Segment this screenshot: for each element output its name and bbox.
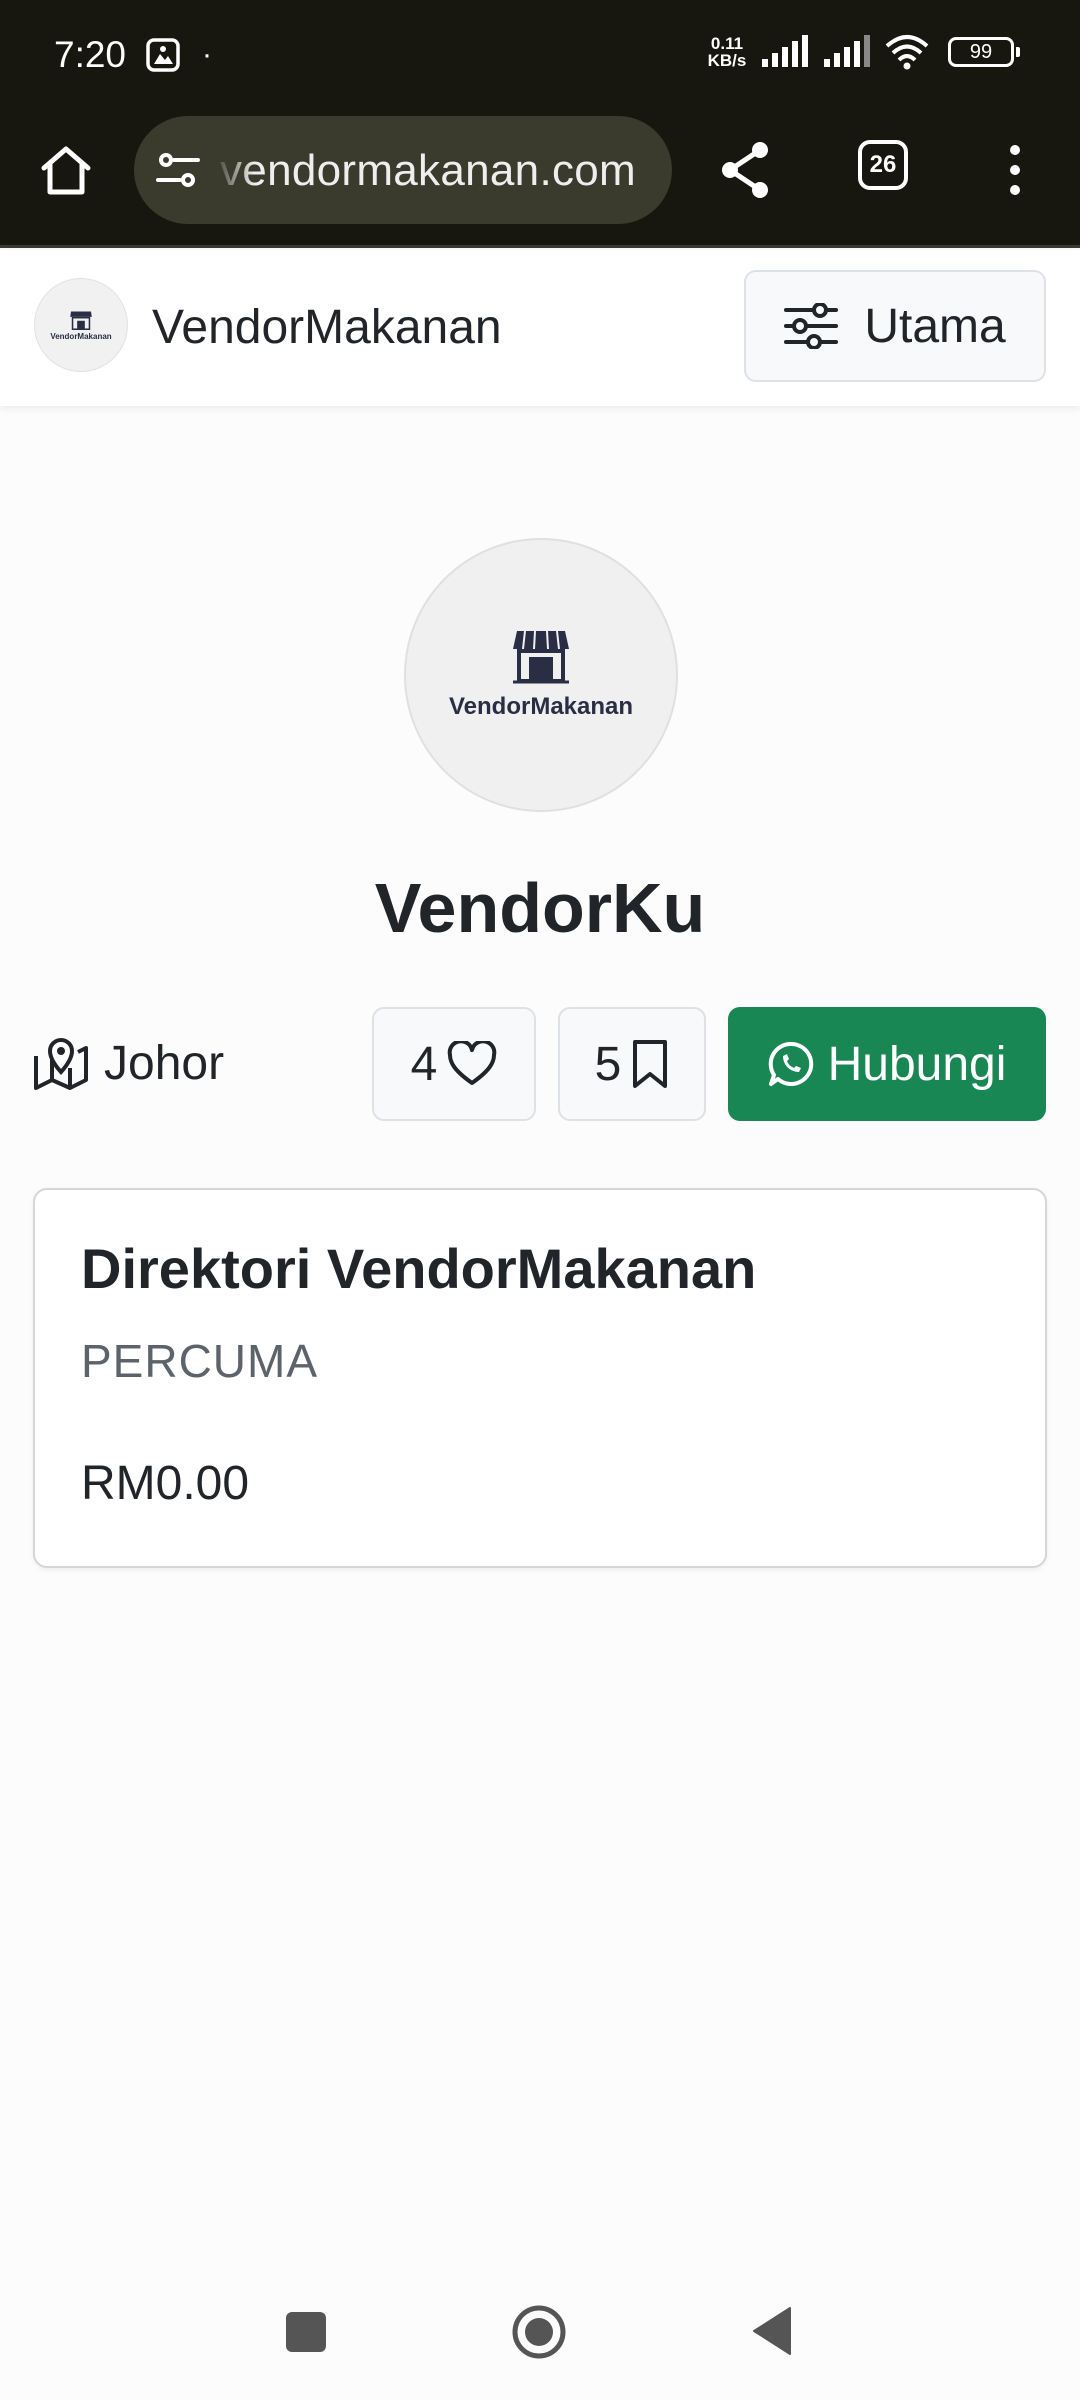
sliders-icon xyxy=(784,303,839,349)
home-icon[interactable] xyxy=(36,140,96,200)
card-price: RM0.00 xyxy=(81,1457,250,1510)
card-title: Direktori VendorMakanan xyxy=(81,1237,757,1300)
site-header: VendorMakanan VendorMakanan Utama xyxy=(0,250,1080,406)
bookmark-icon xyxy=(633,1040,668,1088)
like-button[interactable]: 4 xyxy=(372,1007,536,1121)
status-bar: 7:20 · 0.11 KB/s 99 xyxy=(0,0,1080,116)
main-menu-label: Utama xyxy=(864,299,1006,353)
url-text: vendormakanan.com xyxy=(220,146,636,195)
main-menu-button[interactable]: Utama xyxy=(744,270,1046,382)
directory-card[interactable]: Direktori VendorMakanan PERCUMA RM0.00 xyxy=(33,1188,1047,1568)
vendor-location: Johor xyxy=(32,1036,224,1091)
brand-logo[interactable]: VendorMakanan xyxy=(34,278,128,372)
signal-icon-2 xyxy=(824,35,870,67)
bookmark-button[interactable]: 5 xyxy=(558,1007,706,1121)
status-left-icons: · xyxy=(146,38,212,72)
net-speed-unit: KB/s xyxy=(707,51,747,70)
more-options-icon[interactable] xyxy=(1000,140,1030,200)
whatsapp-icon xyxy=(768,1041,813,1086)
battery-indicator: 99 xyxy=(948,37,1020,67)
site-settings-icon[interactable] xyxy=(154,146,202,194)
location-label: Johor xyxy=(104,1037,225,1090)
address-bar[interactable]: vendormakanan.com xyxy=(134,116,672,224)
store-icon xyxy=(513,630,569,684)
back-button[interactable] xyxy=(752,2306,792,2356)
share-icon[interactable] xyxy=(716,138,776,202)
system-nav-bar xyxy=(0,2268,1080,2400)
heart-icon xyxy=(448,1041,497,1085)
contact-button[interactable]: Hubungi xyxy=(728,1007,1046,1121)
recents-button[interactable] xyxy=(286,2312,326,2352)
net-speed-value: 0.11 xyxy=(710,34,744,53)
card-subtitle: PERCUMA xyxy=(81,1335,319,1387)
like-count: 4 xyxy=(410,1037,438,1091)
browser-toolbar: vendormakanan.com 26 xyxy=(0,116,1080,248)
store-icon xyxy=(70,311,92,330)
status-right: 0.11 KB/s 99 xyxy=(706,34,1020,70)
signal-icon xyxy=(762,35,808,67)
brand-logo-text: VendorMakanan xyxy=(50,331,112,341)
home-button[interactable] xyxy=(511,2304,567,2360)
contact-label: Hubungi xyxy=(827,1037,1007,1091)
bookmark-count: 5 xyxy=(594,1037,622,1091)
vendor-avatar: VendorMakanan xyxy=(404,538,678,812)
vendor-name: VendorKu xyxy=(374,869,706,947)
wifi-icon xyxy=(885,35,929,70)
map-pin-icon xyxy=(34,1037,88,1090)
net-speed: 0.11 KB/s xyxy=(706,35,748,69)
tab-switcher-button[interactable]: 26 xyxy=(858,140,908,190)
status-time: 7:20 xyxy=(54,34,127,75)
notification-dot: · xyxy=(202,38,212,71)
gallery-notification-icon xyxy=(146,38,180,72)
avatar-text: VendorMakanan xyxy=(448,693,634,720)
brand-name[interactable]: VendorMakanan xyxy=(152,300,502,355)
